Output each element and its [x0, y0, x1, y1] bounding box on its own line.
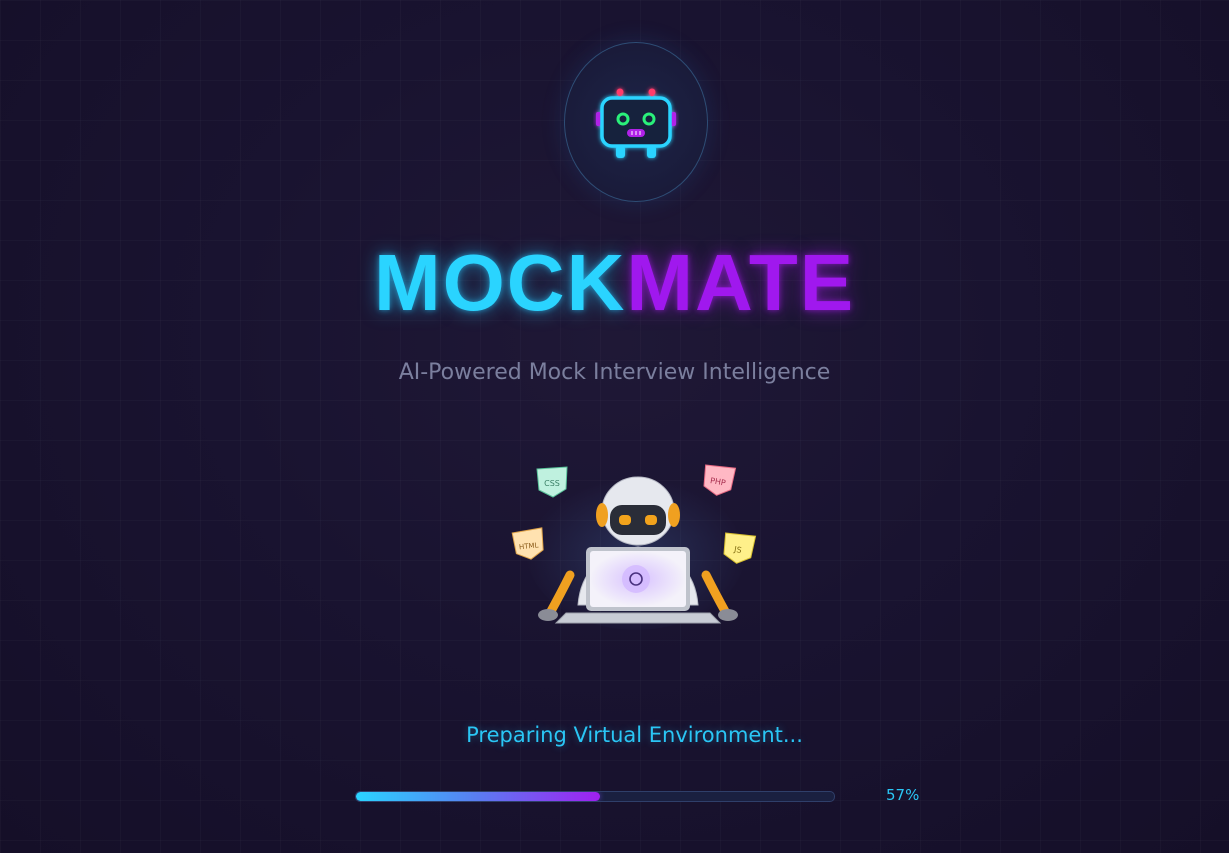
- brand-title: MOCKMATE: [0, 238, 1229, 328]
- loading-progress-bar: [355, 791, 835, 802]
- robot-laptop-illustration: CSS PHP HTML JS: [511, 464, 757, 630]
- js-tag-label: JS: [732, 545, 742, 555]
- loading-progress-fill: [356, 792, 600, 801]
- tagline: AI-Powered Mock Interview Intelligence: [398, 360, 831, 385]
- robot-head-icon: [596, 88, 676, 158]
- logo-badge: [564, 42, 708, 202]
- css-tag-label: CSS: [544, 479, 560, 488]
- brand-title-part1: MOCK: [373, 238, 627, 327]
- brand-title-part2: MATE: [626, 238, 856, 327]
- loading-progress-percent: 57%: [886, 786, 920, 804]
- loading-status-text: Preparing Virtual Environment...: [466, 723, 803, 747]
